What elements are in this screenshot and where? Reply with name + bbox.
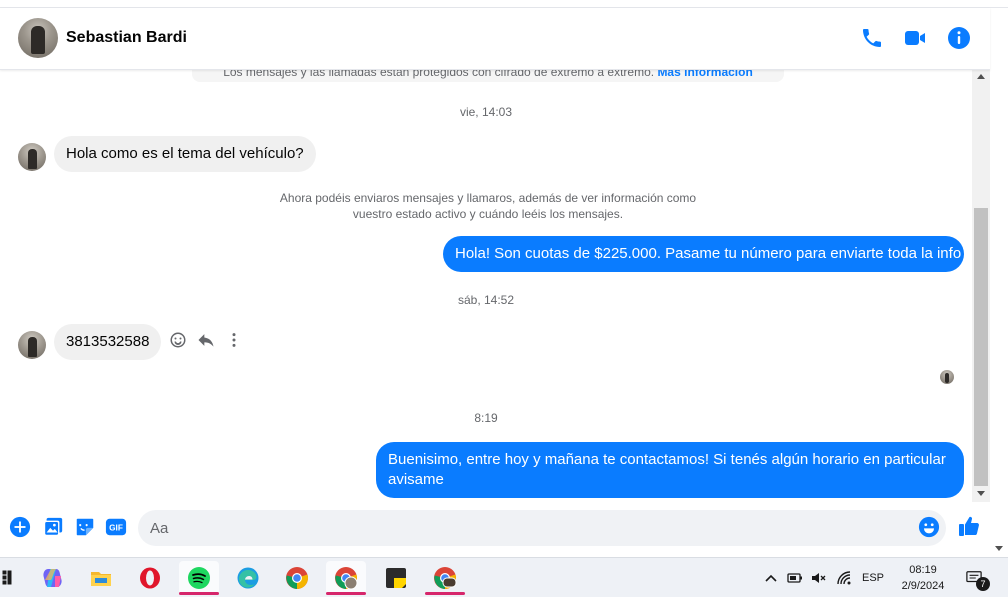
info-icon[interactable] — [947, 26, 971, 50]
gif-label: GIF — [109, 524, 123, 533]
emoji-picker-icon[interactable] — [918, 516, 940, 538]
reply-icon[interactable] — [196, 330, 216, 350]
clock-date: 2/9/2024 — [901, 580, 945, 592]
taskbar-spotify[interactable] — [179, 561, 219, 595]
show-hidden-icons-chevron-icon[interactable] — [763, 570, 779, 586]
battery-icon[interactable] — [787, 570, 803, 586]
edge-icon — [237, 567, 259, 589]
video-call-icon[interactable] — [903, 26, 927, 50]
phone-icon[interactable] — [860, 26, 884, 50]
taskbar-copilot[interactable] — [33, 561, 73, 595]
chrome-icon — [286, 567, 308, 589]
volume-muted-icon[interactable] — [810, 570, 826, 586]
taskbar-file-explorer[interactable] — [81, 561, 121, 595]
messenger-window: Sebastian Bardi Los mensajes y las llama… — [0, 0, 1008, 597]
windows-taskbar: ESP 08:19 2/9/2024 — [0, 557, 1008, 597]
scroll-down-arrow-icon[interactable] — [977, 491, 985, 496]
copilot-icon — [43, 569, 62, 587]
more-options-icon[interactable] — [224, 330, 244, 350]
timestamp: vie, 14:03 — [459, 105, 513, 119]
file-explorer-icon — [91, 572, 111, 586]
message-actions — [168, 328, 244, 352]
sticky-notes-icon — [386, 568, 406, 588]
message-list[interactable]: Los mensajes y las llamadas están proteg… — [0, 70, 972, 502]
chrome-profile-2-icon — [434, 567, 457, 589]
plus-icon[interactable] — [9, 516, 31, 538]
active-indicator — [179, 592, 219, 595]
sticker-icon[interactable] — [74, 516, 96, 538]
window-top-strip — [0, 0, 1008, 8]
chrome-profile-icon — [335, 567, 358, 590]
more-info-link[interactable]: Más información — [657, 70, 752, 79]
composer: GIF — [0, 502, 990, 557]
thumbs-up-icon[interactable] — [957, 514, 981, 538]
incoming-message[interactable]: Hola como es el tema del vehículo? — [54, 136, 316, 172]
contact-avatar[interactable] — [18, 18, 58, 58]
incoming-message[interactable]: 3813532588 — [54, 324, 162, 360]
clock-time: 08:19 — [909, 564, 937, 576]
spotify-icon — [188, 567, 210, 589]
gif-icon[interactable]: GIF — [105, 516, 127, 538]
window-scrollbar[interactable] — [990, 8, 1008, 557]
sender-avatar[interactable] — [18, 331, 46, 359]
image-icon[interactable] — [42, 516, 64, 538]
scroll-up-arrow-icon[interactable] — [977, 74, 985, 79]
window-scroll-down-icon[interactable] — [995, 546, 1003, 551]
scroll-thumb[interactable] — [974, 208, 988, 486]
task-view-icon[interactable] — [0, 569, 12, 585]
taskbar-chrome[interactable] — [277, 561, 317, 595]
encryption-notice-text: Los mensajes y las llamadas están proteg… — [223, 70, 655, 79]
contact-name[interactable]: Sebastian Bardi — [66, 29, 187, 47]
notification-count-badge: 7 — [976, 577, 990, 591]
taskbar-chrome-profile[interactable] — [326, 561, 366, 595]
outgoing-message[interactable]: Hola! Son cuotas de $225.000. Pasame tu … — [443, 236, 964, 272]
timestamp: sáb, 14:52 — [457, 293, 515, 307]
chat-scrollbar[interactable] — [972, 70, 990, 502]
chat-header: Sebastian Bardi — [0, 8, 990, 70]
outgoing-message[interactable]: Buenisimo, entre hoy y mañana te contact… — [376, 442, 964, 498]
read-receipt-avatar — [940, 370, 954, 384]
encryption-notice: Los mensajes y las llamadas están proteg… — [192, 70, 784, 82]
taskbar-sticky-notes[interactable] — [376, 561, 416, 595]
timestamp: 8:19 — [474, 411, 498, 425]
taskbar-edge[interactable] — [228, 561, 268, 595]
system-clock[interactable]: 08:19 2/9/2024 — [892, 562, 954, 594]
taskbar-chrome-profile-2[interactable] — [425, 561, 465, 595]
taskbar-opera[interactable] — [130, 561, 170, 595]
active-indicator — [425, 592, 465, 595]
active-indicator — [326, 592, 366, 595]
emoji-reaction-icon[interactable] — [168, 330, 188, 350]
message-input[interactable] — [138, 510, 946, 546]
language-label: ESP — [862, 572, 885, 584]
wifi-icon[interactable] — [836, 570, 852, 586]
opera-icon — [140, 567, 160, 589]
sender-avatar[interactable] — [18, 143, 46, 171]
language-indicator[interactable]: ESP — [862, 558, 884, 597]
system-message: Ahora podéis enviaros mensajes y llamaro… — [279, 191, 697, 221]
